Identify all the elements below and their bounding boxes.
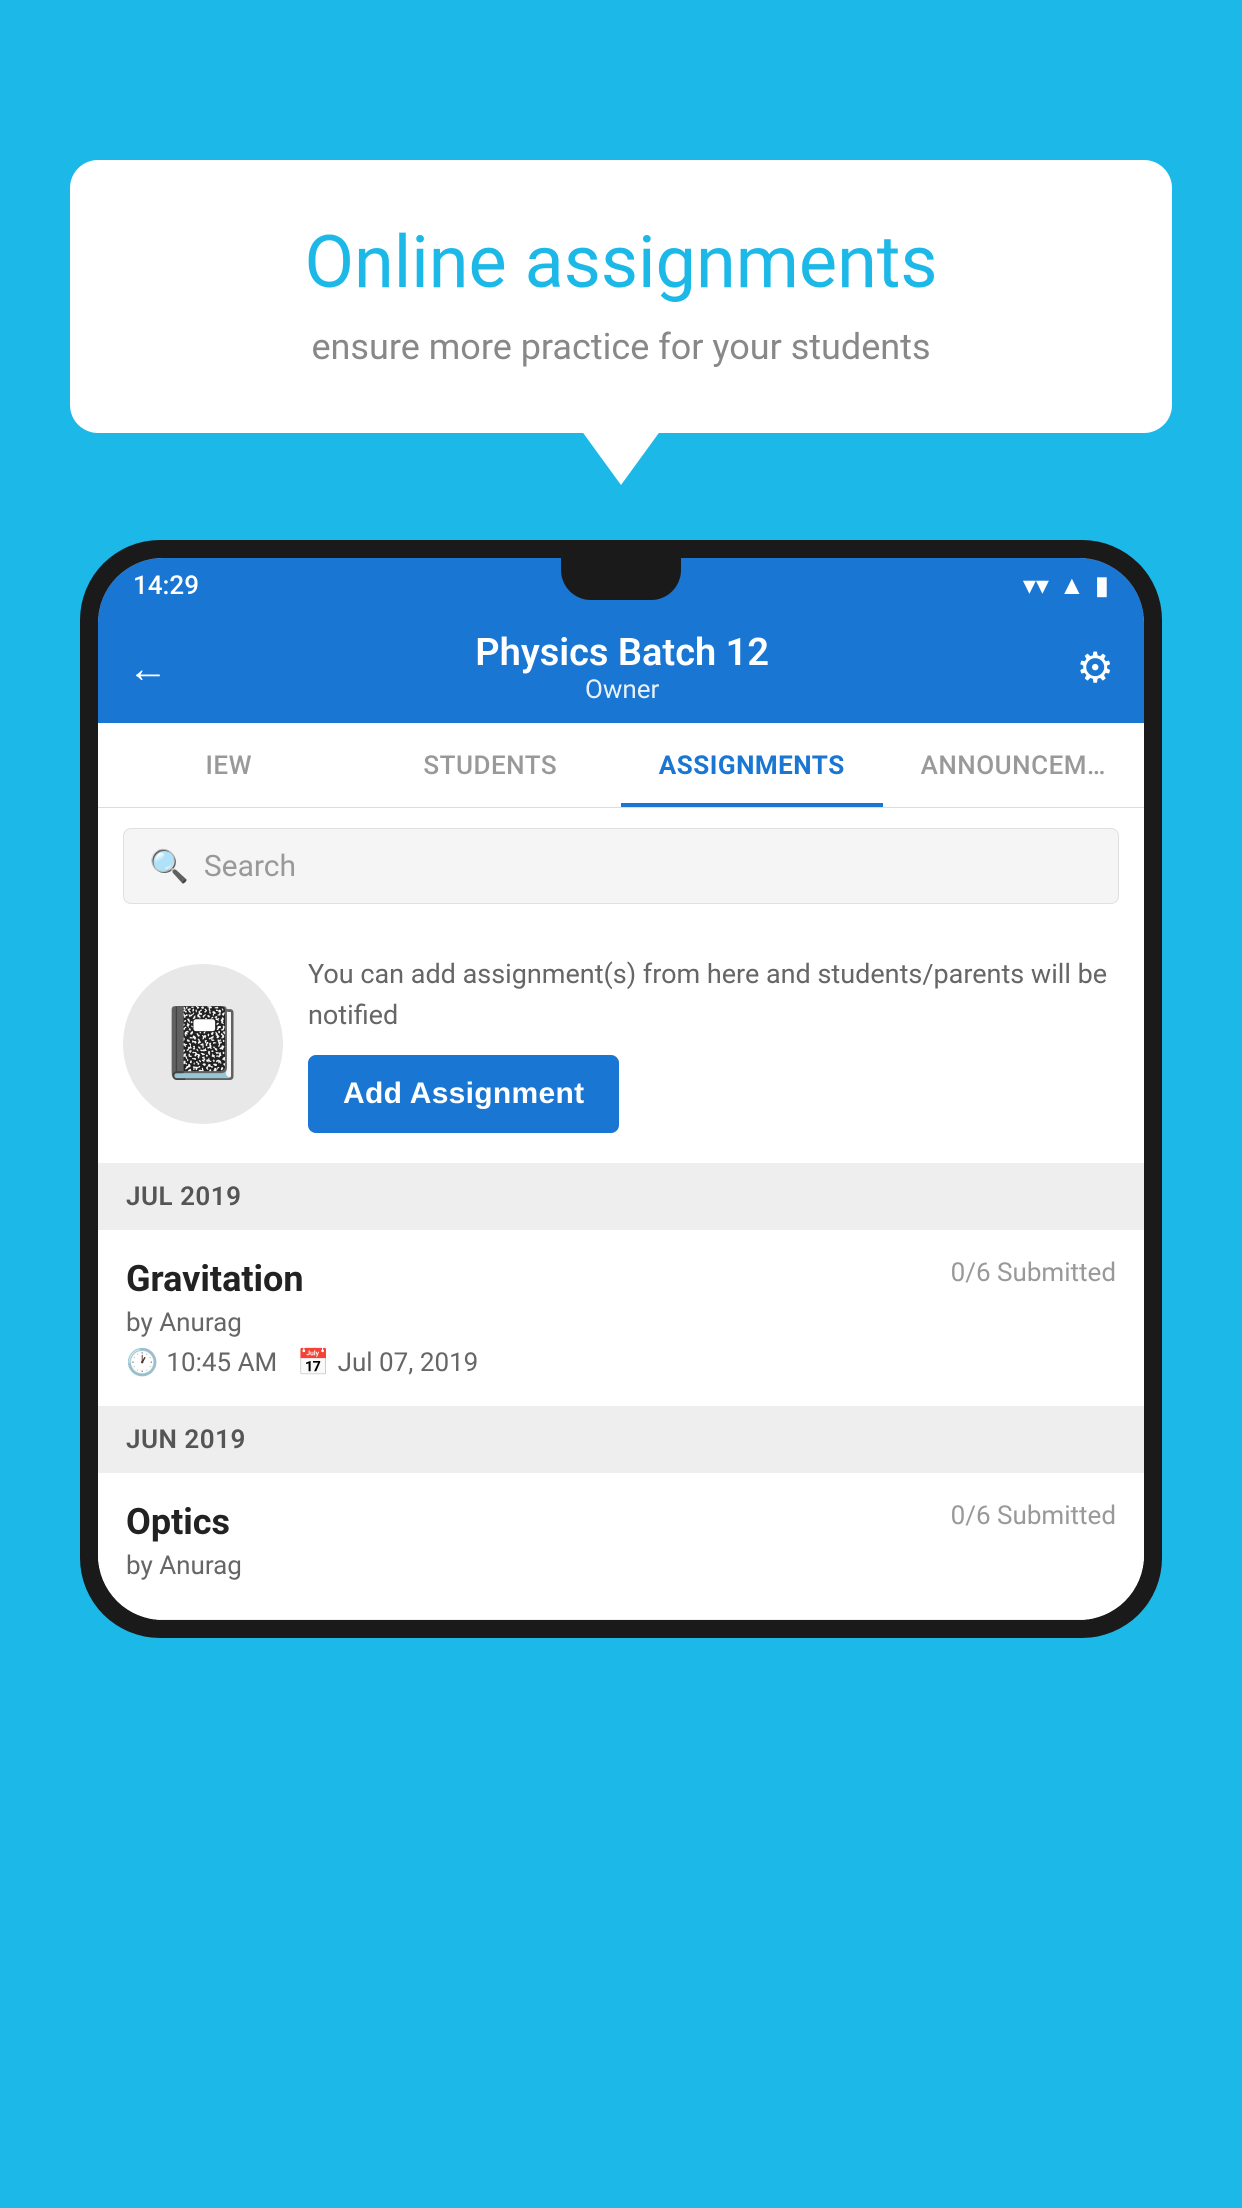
battery-icon: ▮ (1095, 571, 1109, 601)
search-icon: 🔍 (149, 847, 189, 885)
assignment-submitted-gravitation: 0/6 Submitted (951, 1258, 1116, 1288)
phone-mockup: 14:29 ▾▾ ▲ ▮ ← Physics Batch 12 Owner ⚙ … (80, 540, 1162, 1638)
section-label-jun: JUN 2019 (126, 1425, 246, 1455)
tab-students[interactable]: STUDENTS (360, 723, 622, 807)
assignment-icon-circle: 📓 (123, 964, 283, 1124)
assignment-name-optics: Optics (126, 1501, 230, 1543)
section-header-jun: JUN 2019 (98, 1407, 1144, 1473)
search-bar[interactable]: 🔍 Search (123, 828, 1119, 904)
promo-description: You can add assignment(s) from here and … (308, 954, 1119, 1035)
phone-body: 14:29 ▾▾ ▲ ▮ ← Physics Batch 12 Owner ⚙ … (80, 540, 1162, 1638)
tab-bar: IEW STUDENTS ASSIGNMENTS ANNOUNCEM… (98, 723, 1144, 808)
date-meta: 📅 Jul 07, 2019 (297, 1348, 478, 1378)
assignment-meta-gravitation: 🕐 10:45 AM 📅 Jul 07, 2019 (126, 1348, 1116, 1378)
assignment-submitted-optics: 0/6 Submitted (951, 1501, 1116, 1531)
status-time: 14:29 (133, 571, 199, 601)
app-bar: ← Physics Batch 12 Owner ⚙ (98, 613, 1144, 723)
assignment-row-top: Gravitation 0/6 Submitted (126, 1258, 1116, 1300)
settings-button[interactable]: ⚙ (1076, 643, 1114, 693)
assignment-date-gravitation: Jul 07, 2019 (338, 1348, 479, 1378)
clock-icon: 🕐 (126, 1348, 158, 1378)
speech-bubble-title: Online assignments (140, 220, 1102, 306)
phone-screen: 14:29 ▾▾ ▲ ▮ ← Physics Batch 12 Owner ⚙ … (98, 558, 1144, 1620)
search-placeholder: Search (204, 849, 296, 884)
assignment-by-optics: by Anurag (126, 1551, 1116, 1581)
list-item[interactable]: Optics 0/6 Submitted by Anurag (98, 1473, 1144, 1620)
speech-bubble-section: Online assignments ensure more practice … (70, 160, 1172, 433)
assignment-time-gravitation: 10:45 AM (166, 1348, 277, 1378)
section-header-jul: JUL 2019 (98, 1164, 1144, 1230)
promo-text-area: You can add assignment(s) from here and … (308, 954, 1119, 1133)
main-content: 🔍 Search 📓 You can add assignment(s) fro… (98, 808, 1144, 1620)
list-item[interactable]: Gravitation 0/6 Submitted by Anurag 🕐 10… (98, 1230, 1144, 1407)
tab-announcements[interactable]: ANNOUNCEM… (883, 723, 1145, 807)
assignment-name-gravitation: Gravitation (126, 1258, 304, 1300)
batch-subtitle: Owner (168, 675, 1076, 705)
promo-section: 📓 You can add assignment(s) from here an… (98, 924, 1144, 1164)
speech-bubble-subtitle: ensure more practice for your students (140, 326, 1102, 368)
back-button[interactable]: ← (128, 645, 168, 692)
batch-title: Physics Batch 12 (168, 631, 1076, 675)
speech-bubble: Online assignments ensure more practice … (70, 160, 1172, 433)
wifi-icon: ▾▾ (1023, 571, 1049, 601)
add-assignment-button[interactable]: Add Assignment (308, 1055, 619, 1133)
calendar-icon: 📅 (297, 1348, 329, 1378)
notebook-icon: 📓 (159, 1003, 246, 1085)
tab-assignments[interactable]: ASSIGNMENTS (621, 723, 883, 807)
phone-notch (561, 558, 681, 600)
search-container: 🔍 Search (98, 808, 1144, 924)
assignment-by-gravitation: by Anurag (126, 1308, 1116, 1338)
section-label-jul: JUL 2019 (126, 1182, 242, 1212)
status-icons: ▾▾ ▲ ▮ (1023, 570, 1109, 601)
signal-icon: ▲ (1059, 570, 1085, 601)
tab-iew[interactable]: IEW (98, 723, 360, 807)
app-bar-center: Physics Batch 12 Owner (168, 631, 1076, 705)
time-meta: 🕐 10:45 AM (126, 1348, 277, 1378)
assignment-row-top-optics: Optics 0/6 Submitted (126, 1501, 1116, 1543)
